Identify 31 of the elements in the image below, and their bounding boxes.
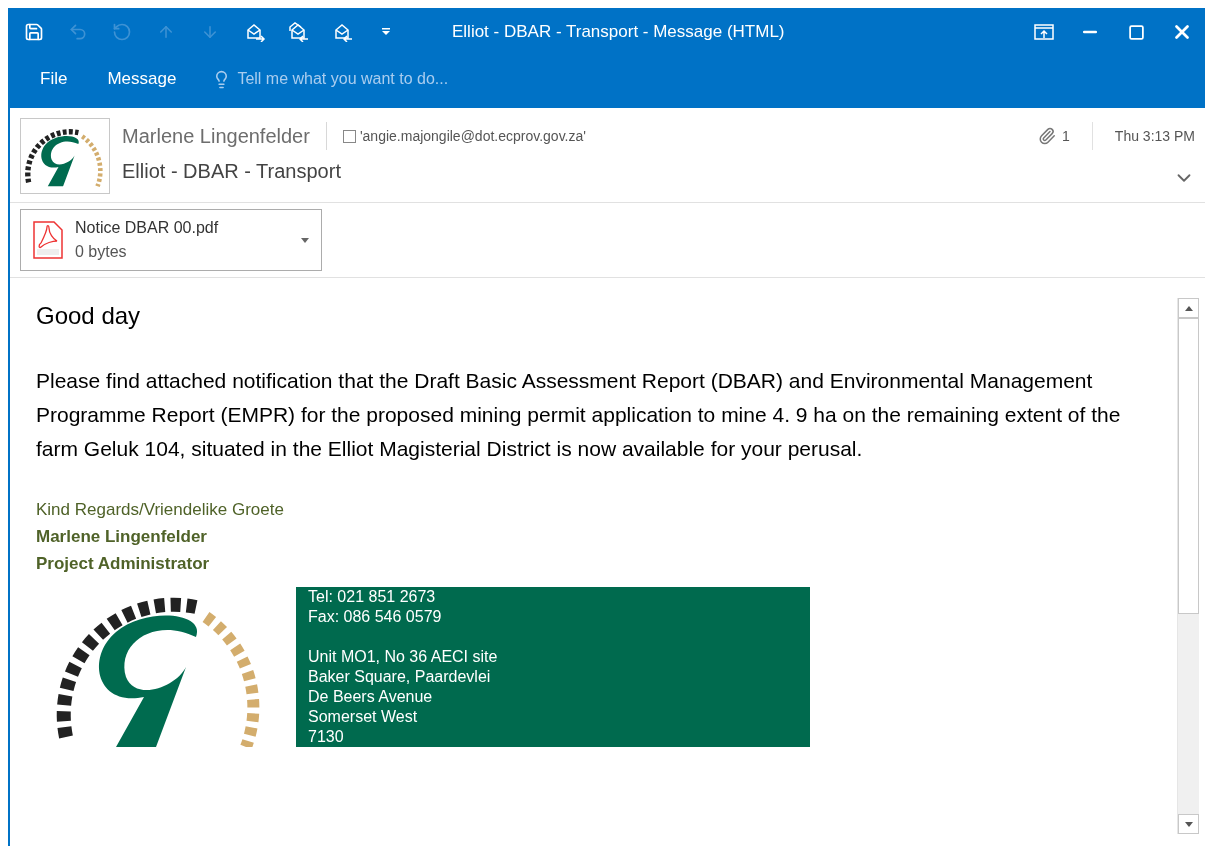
dropdown-caret-icon [301, 237, 309, 243]
ribbon-tab[interactable]: Message [89, 62, 195, 96]
paperclip-icon [1038, 127, 1057, 145]
scroll-up-icon[interactable] [1178, 298, 1199, 318]
greeting: Good day [36, 301, 142, 331]
contact-line: Baker Square, Paardevlei [308, 667, 492, 687]
pdf-file-icon [33, 221, 63, 259]
sender-name: Marlene Lingenfelder [122, 124, 310, 149]
contact-line: Tel: 021 851 2673 [308, 587, 437, 607]
checkbox-icon [342, 129, 356, 143]
contact-line: Somerset West [308, 707, 419, 727]
received-time: Thu 3:13 PM [1114, 126, 1195, 146]
attachment-name: Notice DBAR 00.pdf [75, 218, 219, 238]
ribbon-tab[interactable]: File [22, 62, 86, 96]
signature-line: Project Administrator [36, 553, 211, 575]
window-title: Elliot - DBAR - Transport - Message (HTML) [452, 21, 785, 44]
message-paragraph: Please find attached notification that the Draft Basic Assessment Report (DBAR) and Environmental Management Programme Report (EMPR) for the proposed mining permit application to mine 4. 9 ha on the remaining extent of the farm Geluk 104, situated in the Elliot Magisterial District is now available for your perusal. [36, 368, 1122, 462]
signature-line: Kind Regards/Vriendelike Groete [36, 499, 285, 521]
attachment-count: 1 [1062, 126, 1070, 146]
contact-line: De Beers Avenue [308, 687, 434, 707]
signature-line: Marlene Lingenfelder [36, 526, 208, 548]
contact-line: Fax: 086 546 0579 [308, 607, 443, 627]
recipient-address: 'angie.majongile@dot.ecprov.gov.za' [359, 126, 586, 146]
scrollbar-thumb[interactable] [1178, 318, 1199, 614]
attachment-card[interactable]: Notice DBAR 00.pdf 0 bytes [20, 209, 322, 271]
contact-line: 7130 [308, 727, 345, 747]
subject: Elliot - DBAR - Transport [122, 159, 341, 184]
attachment-size: 0 bytes [75, 242, 128, 262]
contact-line: Unit MO1, No 36 AECI site [308, 647, 499, 667]
scroll-down-icon[interactable] [1178, 814, 1199, 834]
tell-me-field[interactable]: Tell me what you want to do... [212, 67, 538, 91]
